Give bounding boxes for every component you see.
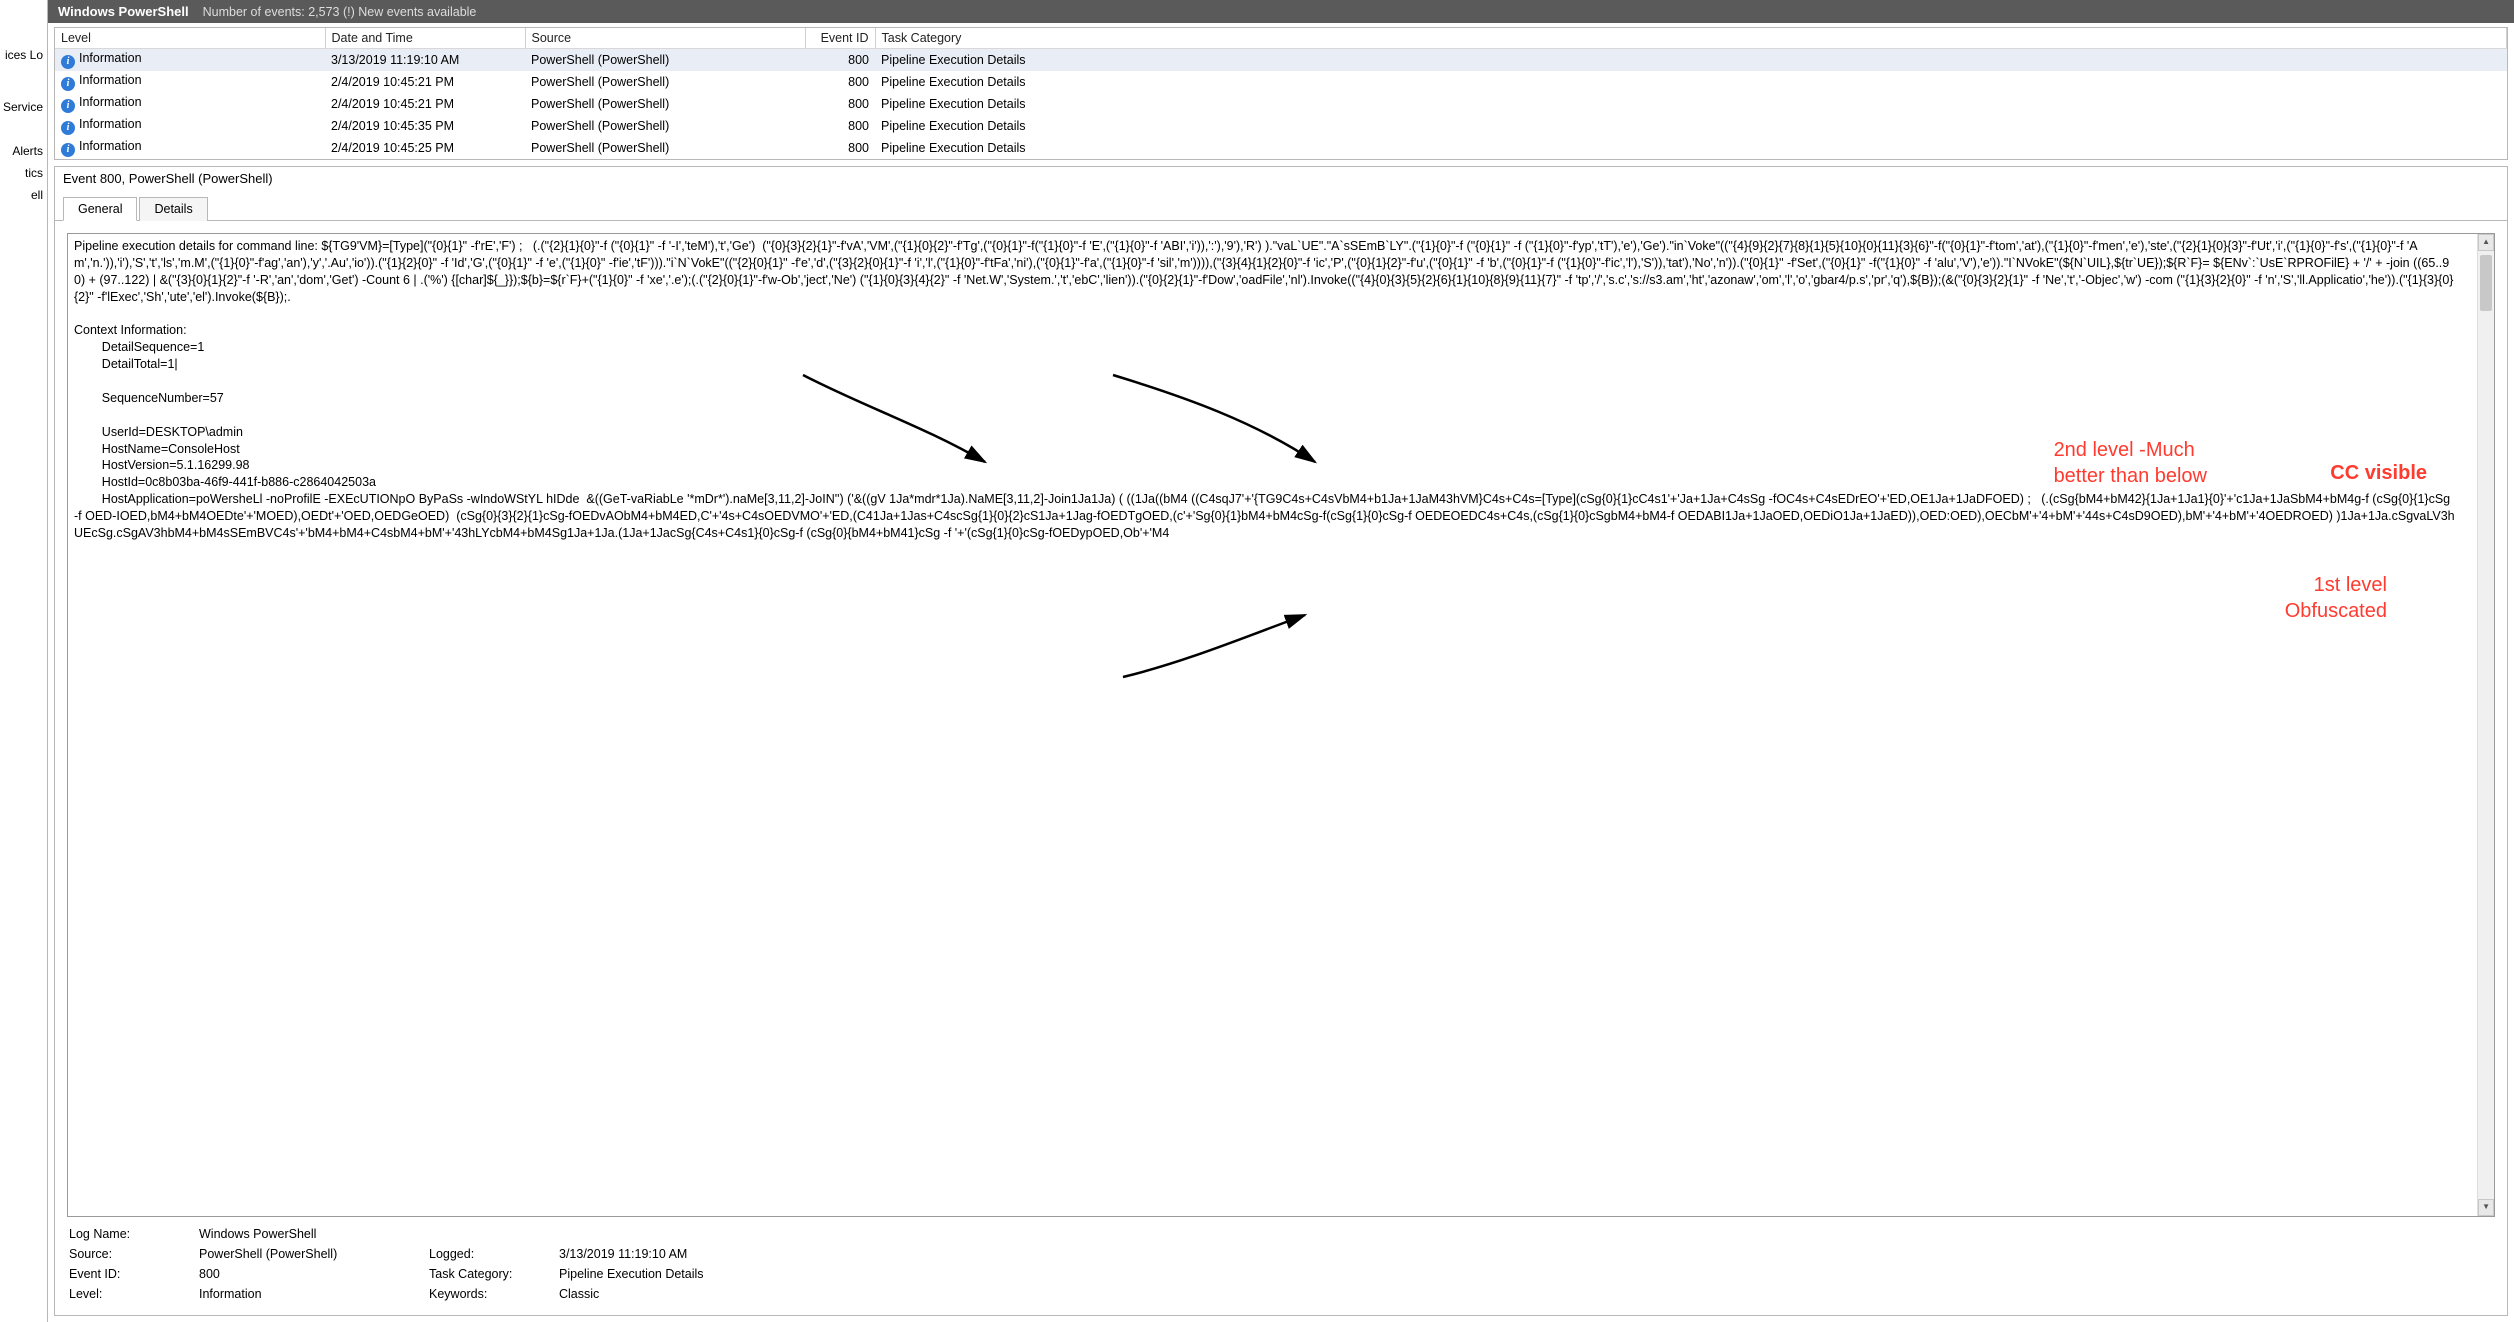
col-eventid[interactable]: Event ID [805,28,875,49]
val-taskcat: Pipeline Execution Details [559,1267,2493,1281]
val-logged: 3/13/2019 11:19:10 AM [559,1247,2493,1261]
info-icon: i [61,77,75,91]
info-icon: i [61,99,75,113]
nav-item[interactable]: Alerts [0,140,47,162]
tab-general[interactable]: General [63,197,137,221]
table-row[interactable]: iInformation3/13/2019 11:19:10 AMPowerSh… [55,49,2507,72]
lbl-logname: Log Name: [69,1227,189,1241]
scroll-down-icon[interactable]: ▼ [2478,1199,2494,1216]
val-level: Information [199,1287,419,1301]
lbl-eventid: Event ID: [69,1267,189,1281]
table-row[interactable]: iInformation2/4/2019 10:45:21 PMPowerShe… [55,93,2507,115]
scroll-thumb[interactable] [2480,255,2492,311]
col-level[interactable]: Level [55,28,325,49]
table-row[interactable]: iInformation2/4/2019 10:45:25 PMPowerShe… [55,137,2507,159]
scroll-up-icon[interactable]: ▲ [2478,234,2494,251]
col-source[interactable]: Source [525,28,805,49]
val-keywords: Classic [559,1287,2493,1301]
tab-details[interactable]: Details [139,197,207,221]
nav-item[interactable]: Service [0,96,47,118]
lbl-keywords: Keywords: [429,1287,549,1301]
lbl-level: Level: [69,1287,189,1301]
lbl-source: Source: [69,1247,189,1261]
col-datetime[interactable]: Date and Time [325,28,525,49]
events-table[interactable]: Level Date and Time Source Event ID Task… [55,28,2507,159]
table-row[interactable]: iInformation2/4/2019 10:45:35 PMPowerShe… [55,115,2507,137]
nav-item[interactable]: tics [0,162,47,184]
log-subtitle: Number of events: 2,573 (!) New events a… [203,5,477,19]
col-taskcat[interactable]: Task Category [875,28,2507,49]
event-message[interactable]: Pipeline execution details for command l… [68,234,2477,1216]
left-nav-rail: ices Lo Service Alerts tics ell [0,0,48,1322]
val-eventid: 800 [199,1267,419,1281]
info-icon: i [61,143,75,157]
log-title: Windows PowerShell [58,4,189,19]
nav-item[interactable]: ell [0,184,47,206]
info-icon: i [61,55,75,69]
val-source: PowerShell (PowerShell) [199,1247,419,1261]
table-row[interactable]: iInformation2/4/2019 10:45:21 PMPowerShe… [55,71,2507,93]
lbl-taskcat: Task Category: [429,1267,549,1281]
event-detail-pane: Event 800, PowerShell (PowerShell) Gener… [54,166,2508,1316]
val-logname: Windows PowerShell [199,1227,419,1241]
lbl-logged: Logged: [429,1247,549,1261]
scrollbar[interactable]: ▲ ▼ [2477,234,2494,1216]
nav-item[interactable]: ices Lo [0,44,47,66]
log-header: Windows PowerShell Number of events: 2,5… [48,0,2514,23]
info-icon: i [61,121,75,135]
detail-title: Event 800, PowerShell (PowerShell) [55,167,2507,196]
